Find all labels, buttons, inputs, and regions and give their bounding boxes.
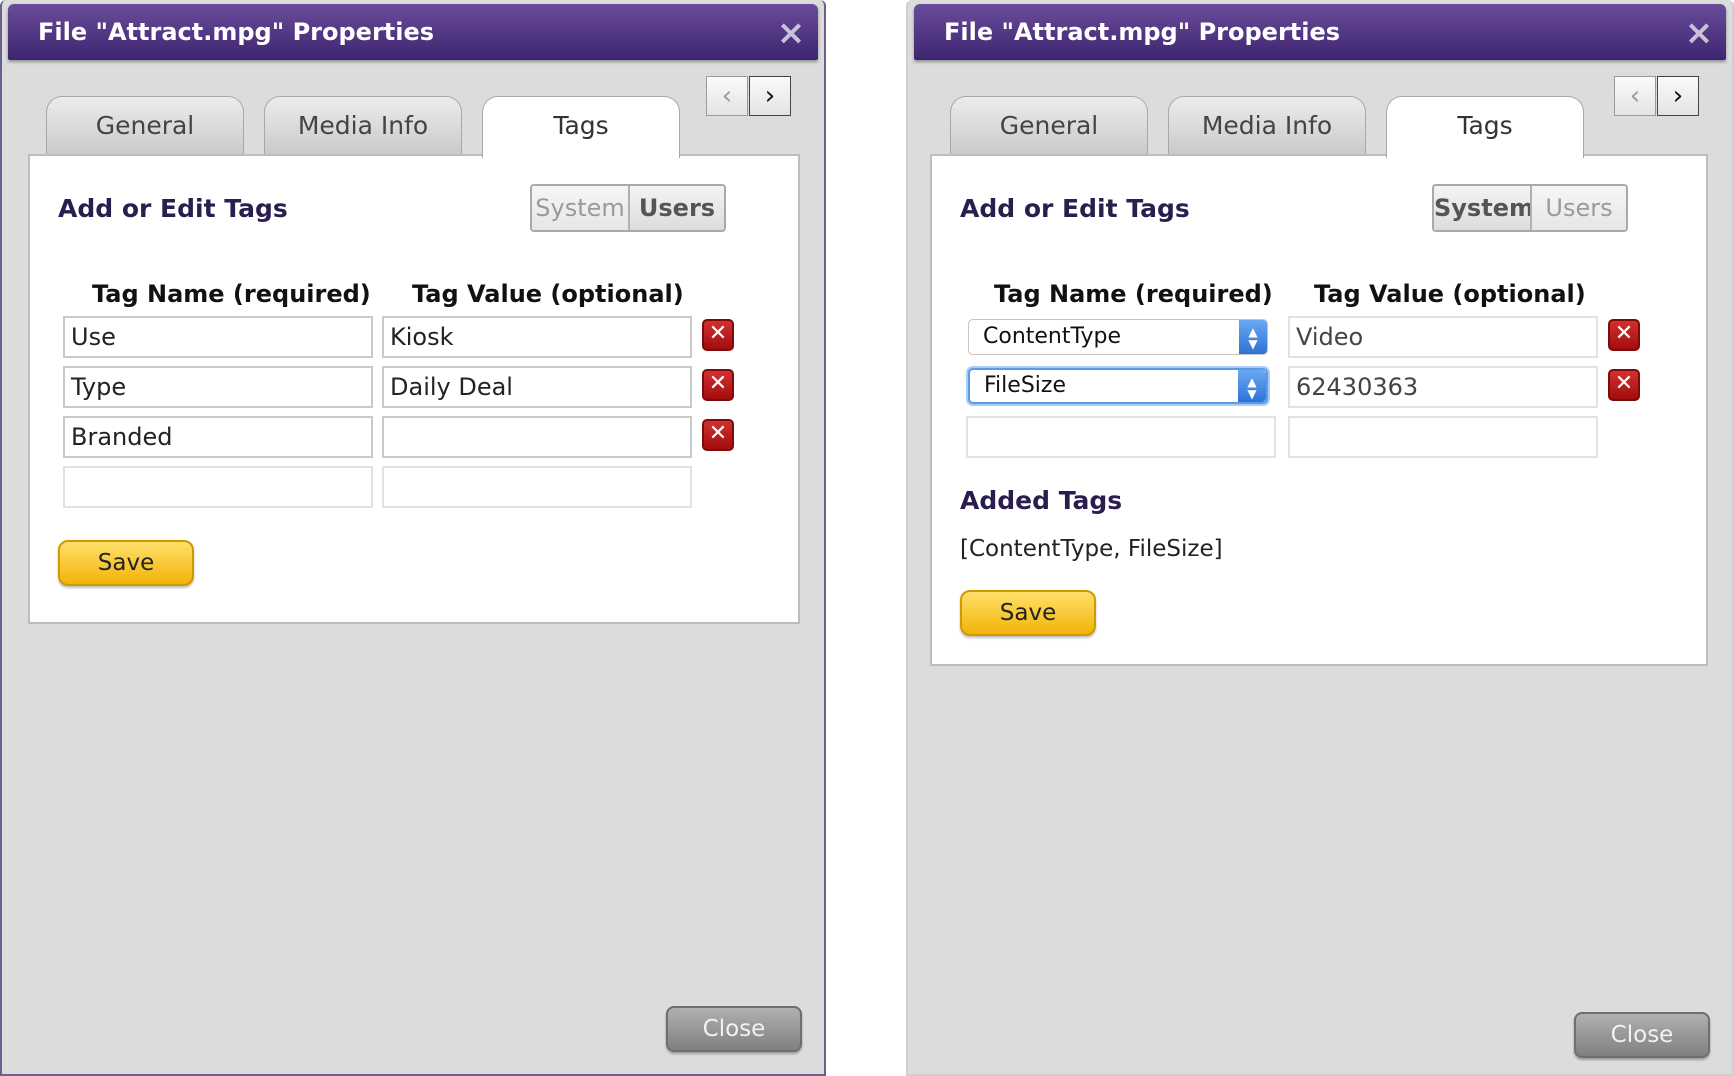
new-tag-name-input[interactable]: [63, 466, 373, 508]
close-icon[interactable]: ×: [776, 4, 806, 60]
tab-label: General: [999, 111, 1099, 140]
tag-value-input[interactable]: [382, 416, 692, 458]
close-icon[interactable]: ×: [1684, 4, 1714, 60]
properties-dialog-user-tags: File "Attract.mpg" Properties × General …: [906, 0, 1734, 1076]
tag-name-input[interactable]: Type: [63, 366, 373, 408]
save-button[interactable]: Save: [58, 540, 194, 586]
column-header-tag-value: Tag Value (optional): [1314, 280, 1586, 308]
dialog-title: File "Attract.mpg" Properties: [944, 18, 1341, 46]
tab-label: General: [95, 111, 195, 140]
section-heading: Add or Edit Tags: [960, 194, 1190, 223]
tags-panel: Add or Edit Tags System Users Tag Name (…: [930, 154, 1708, 666]
section-heading: Add or Edit Tags: [58, 194, 288, 223]
tab-tags[interactable]: Tags: [1386, 96, 1584, 158]
tab-label: Tags: [1457, 111, 1513, 140]
tab-general[interactable]: General: [950, 96, 1148, 156]
tags-panel: Add or Edit Tags System Users Tag Name (…: [28, 154, 800, 624]
close-button[interactable]: Close: [666, 1006, 802, 1052]
tab-label: Media Info: [297, 111, 429, 140]
added-tags-heading: Added Tags: [960, 486, 1123, 515]
tag-value-input[interactable]: Video: [1288, 316, 1598, 358]
new-tag-value-input[interactable]: [1288, 416, 1598, 458]
chevron-right-icon[interactable]: ›: [1657, 76, 1699, 116]
added-tags-list: [ContentType, FileSize]: [960, 536, 1223, 562]
delete-tag-icon[interactable]: ✕: [702, 319, 734, 351]
chevron-right-icon[interactable]: ›: [749, 76, 791, 116]
select-value: ContentType: [983, 324, 1122, 349]
tag-name-select[interactable]: ContentType ▲ ▼: [968, 319, 1268, 355]
tag-name-input[interactable]: Branded: [63, 416, 373, 458]
dialog-titlebar[interactable]: File "Attract.mpg" Properties ×: [8, 4, 818, 60]
dialog-titlebar[interactable]: File "Attract.mpg" Properties ×: [914, 4, 1726, 60]
toggle-system[interactable]: System: [1434, 186, 1534, 230]
dialog-title: File "Attract.mpg" Properties: [38, 18, 435, 46]
tag-value-input[interactable]: Daily Deal: [382, 366, 692, 408]
tag-name-input[interactable]: Use: [63, 316, 373, 358]
tag-scope-toggle: System Users: [1432, 184, 1628, 232]
updown-arrows-icon: ▲ ▼: [1239, 320, 1267, 354]
chevron-left-icon[interactable]: ‹: [1614, 76, 1656, 116]
new-tag-value-input[interactable]: [382, 466, 692, 508]
tag-name-select[interactable]: FileSize ▲ ▼: [968, 368, 1268, 404]
delete-tag-icon[interactable]: ✕: [1608, 319, 1640, 351]
properties-dialog-system-tags: File "Attract.mpg" Properties × General …: [0, 0, 826, 1076]
tag-scope-toggle: System Users: [530, 184, 726, 232]
select-value: FileSize: [984, 373, 1066, 398]
tab-general[interactable]: General: [46, 96, 244, 156]
column-header-tag-name: Tag Name (required): [92, 280, 371, 308]
toggle-users[interactable]: Users: [630, 186, 724, 230]
tab-media-info[interactable]: Media Info: [1168, 96, 1366, 156]
tab-label: Tags: [553, 111, 609, 140]
delete-tag-icon[interactable]: ✕: [702, 419, 734, 451]
toggle-system[interactable]: System: [532, 186, 628, 230]
chevron-left-icon[interactable]: ‹: [706, 76, 748, 116]
new-tag-name-input[interactable]: [966, 416, 1276, 458]
column-header-tag-name: Tag Name (required): [994, 280, 1273, 308]
delete-tag-icon[interactable]: ✕: [702, 369, 734, 401]
updown-arrows-icon: ▲ ▼: [1238, 370, 1266, 402]
column-header-tag-value: Tag Value (optional): [412, 280, 684, 308]
tab-media-info[interactable]: Media Info: [264, 96, 462, 156]
tag-value-input[interactable]: 62430363: [1288, 366, 1598, 408]
tab-label: Media Info: [1201, 111, 1333, 140]
delete-tag-icon[interactable]: ✕: [1608, 369, 1640, 401]
tab-tags[interactable]: Tags: [482, 96, 680, 158]
tag-value-input[interactable]: Kiosk: [382, 316, 692, 358]
close-button[interactable]: Close: [1574, 1012, 1710, 1058]
save-button[interactable]: Save: [960, 590, 1096, 636]
toggle-users[interactable]: Users: [1532, 186, 1626, 230]
